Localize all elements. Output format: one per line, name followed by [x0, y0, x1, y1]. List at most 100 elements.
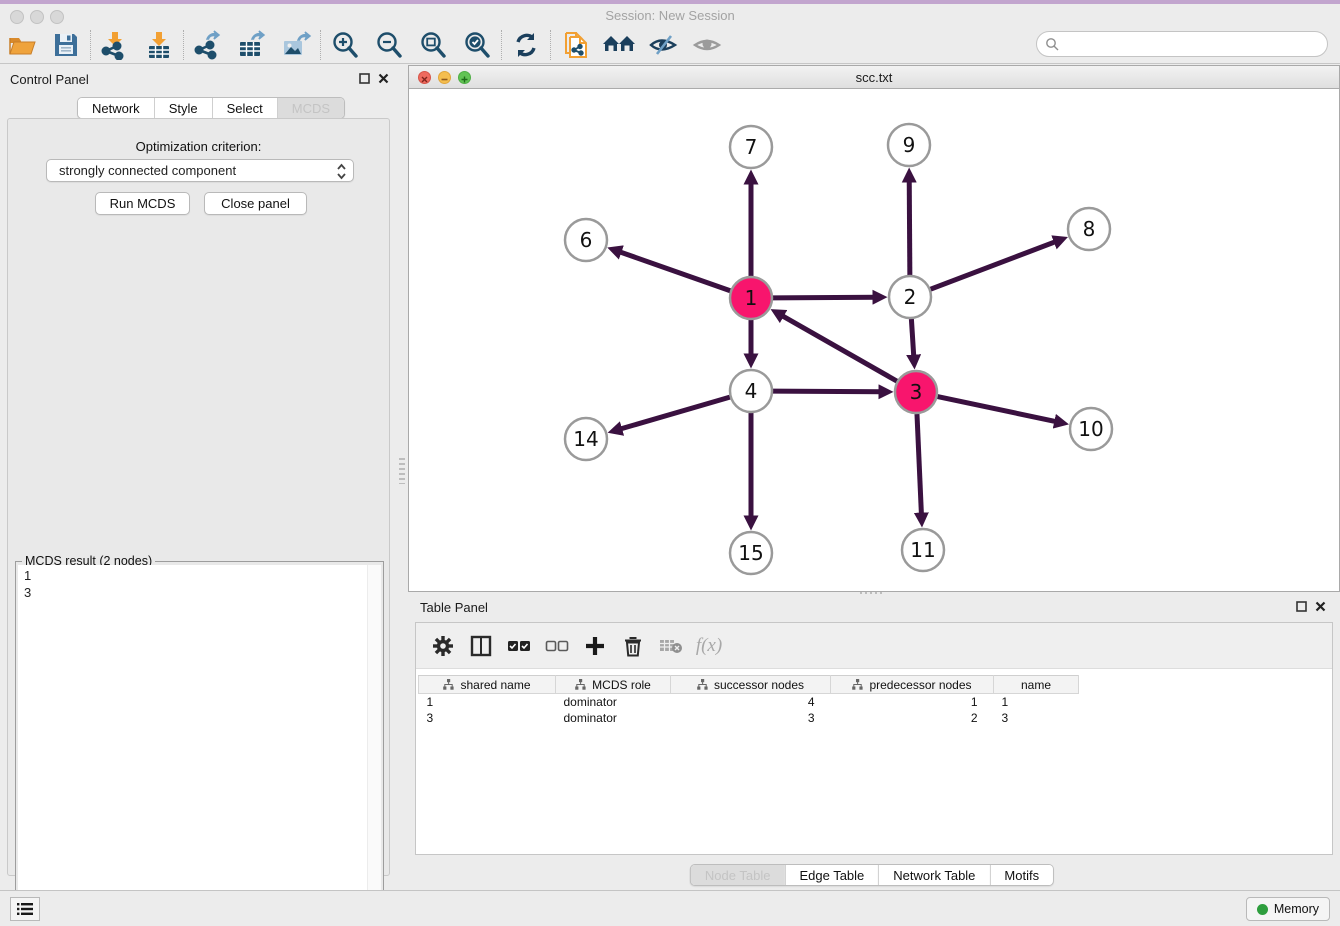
tab-network[interactable]: Network — [78, 98, 154, 118]
show-eye-icon — [691, 30, 723, 60]
graph-node-label-3: 3 — [910, 380, 923, 404]
graph-edge-3-1[interactable] — [780, 314, 897, 381]
first-neighbors-button[interactable] — [597, 29, 641, 61]
vertical-splitter-grip[interactable] — [399, 458, 405, 484]
graph-edge-3-11[interactable] — [917, 414, 922, 517]
show-columns-button[interactable] — [462, 628, 500, 664]
cell-mcds-role[interactable]: dominator — [556, 710, 671, 726]
zoom-out-icon — [374, 30, 404, 60]
graph-edge-3-10[interactable] — [938, 397, 1059, 423]
cell-name[interactable]: 3 — [994, 710, 1079, 726]
tab-select[interactable]: Select — [212, 98, 277, 118]
import-network-button[interactable] — [93, 29, 137, 61]
column-type-icon — [852, 679, 863, 690]
mcds-result-text[interactable]: 1 3 — [18, 565, 367, 926]
zoom-out-button[interactable] — [367, 29, 411, 61]
open-folder-icon — [7, 30, 37, 60]
table-row[interactable]: 3 dominator 3 2 3 — [419, 710, 1079, 726]
export-network-button[interactable] — [186, 29, 230, 61]
tab-style[interactable]: Style — [154, 98, 212, 118]
cell-name[interactable]: 1 — [994, 694, 1079, 710]
search-input[interactable] — [1063, 37, 1327, 52]
run-mcds-button[interactable]: Run MCDS — [95, 192, 190, 215]
toggle-panels-button[interactable] — [10, 897, 40, 921]
float-table-panel-icon[interactable] — [1296, 601, 1307, 612]
table-settings-button[interactable] — [424, 628, 462, 664]
graph-edge-2-8[interactable] — [931, 241, 1059, 289]
column-header-shared-name[interactable]: shared name — [419, 676, 556, 694]
zoom-selected-button[interactable] — [455, 29, 499, 61]
houses-icon — [602, 30, 636, 60]
cell-mcds-role[interactable]: dominator — [556, 694, 671, 710]
toolbar-separator — [501, 30, 502, 60]
cell-successor-nodes[interactable]: 3 — [671, 710, 831, 726]
zoom-in-button[interactable] — [323, 29, 367, 61]
export-table-icon — [236, 30, 268, 60]
unchecked-boxes-icon — [545, 639, 569, 653]
search-field[interactable] — [1036, 31, 1328, 57]
column-header-successor-nodes[interactable]: successor nodes — [671, 676, 831, 694]
network-window-titlebar[interactable]: scc.txt — [409, 66, 1339, 89]
cell-shared-name[interactable]: 3 — [419, 710, 556, 726]
float-panel-icon[interactable] — [359, 73, 370, 84]
export-table-button[interactable] — [230, 29, 274, 61]
tab-motifs[interactable]: Motifs — [989, 865, 1053, 885]
column-header-name[interactable]: name — [994, 676, 1079, 694]
table-panel: Table Panel — [404, 597, 1340, 890]
select-all-rows-button[interactable] — [500, 628, 538, 664]
graph-edge-2-9[interactable] — [909, 178, 910, 275]
graph-node-label-10: 10 — [1078, 417, 1103, 441]
memory-button[interactable]: Memory — [1246, 897, 1330, 921]
mcds-result-scrollbar[interactable] — [367, 565, 381, 926]
refresh-button[interactable] — [504, 29, 548, 61]
refresh-icon — [512, 31, 540, 59]
graph-edge-1-2[interactable] — [773, 297, 877, 298]
open-session-button[interactable] — [0, 29, 44, 61]
column-header-predecessor-nodes[interactable]: predecessor nodes — [831, 676, 994, 694]
close-panel-icon[interactable] — [378, 73, 389, 84]
deselect-all-rows-button[interactable] — [538, 628, 576, 664]
zoom-fit-button[interactable] — [411, 29, 455, 61]
delete-table-button[interactable] — [652, 628, 690, 664]
show-all-button[interactable] — [685, 29, 729, 61]
column-header-mcds-role[interactable]: MCDS role — [556, 676, 671, 694]
graph-edge-4-14[interactable] — [618, 397, 730, 430]
table-tabs: Node Table Edge Table Network Table Moti… — [690, 864, 1054, 886]
optimization-criterion-label: Optimization criterion: — [8, 139, 389, 154]
export-image-button[interactable] — [274, 29, 318, 61]
tab-mcds[interactable]: MCDS — [277, 98, 344, 118]
network-graph[interactable]: 1234678910111415 — [409, 89, 1339, 591]
duplicate-network-button[interactable] — [553, 29, 597, 61]
cell-predecessor-nodes[interactable]: 1 — [831, 694, 994, 710]
criterion-select[interactable]: strongly connected component — [46, 159, 354, 182]
add-column-button[interactable] — [576, 628, 614, 664]
search-icon — [1045, 37, 1059, 51]
tab-network-table[interactable]: Network Table — [878, 865, 989, 885]
table-header-row: shared name MCDS role successor nodes pr… — [419, 676, 1079, 694]
graph-edge-1-6[interactable] — [617, 251, 730, 291]
save-session-button[interactable] — [44, 29, 88, 61]
graph-node-label-9: 9 — [903, 133, 916, 157]
select-stepper-icon — [336, 163, 347, 180]
window-titlebar: Session: New Session — [0, 4, 1340, 27]
cell-shared-name[interactable]: 1 — [419, 694, 556, 710]
cell-predecessor-nodes[interactable]: 2 — [831, 710, 994, 726]
graph-edge-4-3[interactable] — [773, 391, 883, 392]
hide-selected-button[interactable] — [641, 29, 685, 61]
tab-edge-table[interactable]: Edge Table — [784, 865, 878, 885]
close-panel-button[interactable]: Close panel — [204, 192, 307, 215]
cell-successor-nodes[interactable]: 4 — [671, 694, 831, 710]
function-builder-button[interactable]: f(x) — [690, 628, 728, 664]
close-table-panel-icon[interactable] — [1315, 601, 1326, 612]
main-toolbar — [0, 27, 1340, 64]
graph-node-label-15: 15 — [738, 541, 763, 565]
toolbar-separator — [183, 30, 184, 60]
graph-edge-2-3[interactable] — [911, 319, 914, 359]
graph-node-label-14: 14 — [573, 427, 598, 451]
table-row[interactable]: 1 dominator 4 1 1 — [419, 694, 1079, 710]
import-network-icon — [100, 30, 130, 60]
graph-node-label-2: 2 — [904, 285, 917, 309]
delete-column-button[interactable] — [614, 628, 652, 664]
import-table-button[interactable] — [137, 29, 181, 61]
tab-node-table[interactable]: Node Table — [691, 865, 785, 885]
